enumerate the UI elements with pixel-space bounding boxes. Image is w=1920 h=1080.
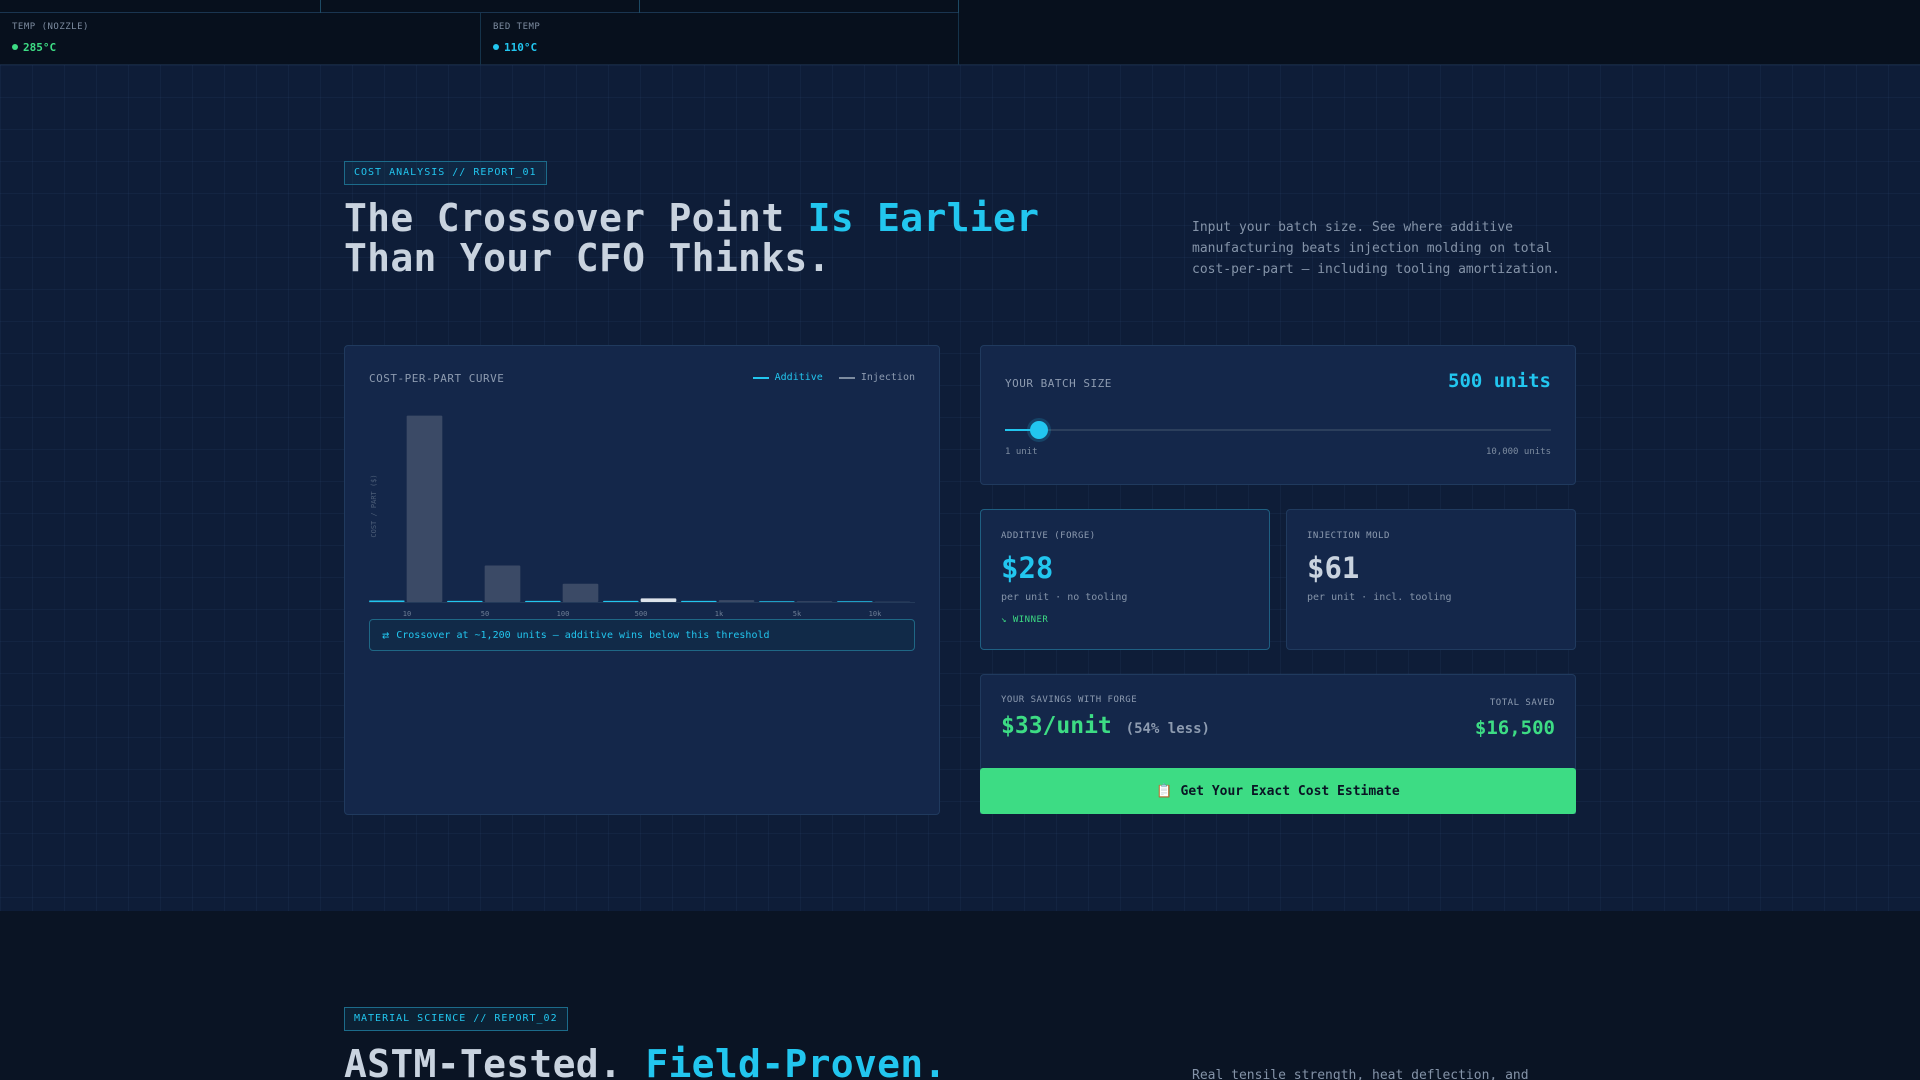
status-dot-icon [493, 44, 499, 50]
material-science-section: MATERIAL SCIENCE // REPORT_02 ASTM-Teste… [0, 911, 1920, 1080]
callout-text: Crossover at ~1,200 units — additive win… [396, 629, 770, 641]
rail-divider [320, 0, 321, 13]
rail-divider [958, 0, 959, 13]
x-tick-label: 5k [793, 610, 802, 618]
section-description: Real tensile strength, heat deflection, … [1192, 1068, 1529, 1080]
batch-size-card: YOUR BATCH SIZE 500 units 1 unit 10,000 … [980, 345, 1576, 485]
bar-additive-10 [369, 600, 405, 602]
x-tick-label: 1k [715, 610, 724, 618]
slider-min-label: 1 unit [1005, 447, 1038, 457]
bar-injection-500 [640, 598, 677, 602]
status-rail [0, 0, 959, 13]
x-tick-label: 10k [869, 610, 882, 618]
total-saved-value: $16,500 [1474, 717, 1555, 739]
rail-divider [639, 0, 640, 13]
bed-temp-value: 110°C [504, 41, 538, 54]
batch-size-label: YOUR BATCH SIZE [1005, 377, 1112, 390]
bar-injection-100 [562, 583, 599, 602]
bar-additive-100 [525, 600, 561, 602]
headline-text: ASTM-Tested. [344, 1042, 646, 1080]
bar-injection-50 [484, 565, 521, 602]
batch-size-slider[interactable] [1005, 421, 1551, 439]
section-description: Input your batch size. See where additiv… [1192, 220, 1560, 277]
bar-injection-10 [406, 415, 443, 602]
additive-label: ADDITIVE (FORGE) [1001, 531, 1096, 541]
x-tick-label: 50 [481, 610, 489, 618]
additive-price: $28 [1001, 551, 1054, 585]
y-axis-label: COST / PART ($) [370, 474, 378, 537]
headline-text: The Crossover Point [344, 196, 808, 240]
savings-label: YOUR SAVINGS WITH FORGE [1001, 695, 1138, 705]
get-estimate-button[interactable]: 📋 Get Your Exact Cost Estimate [980, 768, 1576, 814]
bar-additive-5k [759, 601, 795, 602]
section-tag: MATERIAL SCIENCE // REPORT_02 [344, 1007, 568, 1031]
x-tick-label: 500 [635, 610, 648, 618]
savings-value: $33/unit (54% less) [1001, 713, 1210, 739]
winner-badge: ↘ WINNER [1001, 615, 1049, 625]
total-saved-label: TOTAL SAVED [1489, 698, 1555, 708]
swap-arrows-icon: ⇄ [382, 628, 390, 642]
additive-cost-card: ADDITIVE (FORGE) $28 per unit · no tooli… [980, 509, 1270, 650]
injection-price: $61 [1307, 551, 1360, 585]
bar-additive-500 [603, 600, 639, 602]
cost-analysis-section: COST ANALYSIS // REPORT_01 The Crossover… [0, 65, 1920, 911]
x-tick-label: 100 [557, 610, 570, 618]
bar-additive-10k [837, 601, 873, 602]
cta-label: Get Your Exact Cost Estimate [1180, 783, 1400, 799]
crossover-callout: ⇄ Crossover at ~1,200 units — additive w… [369, 619, 915, 651]
injection-cost-card: INJECTION MOLD $61 per unit · incl. tool… [1286, 509, 1576, 650]
nozzle-temp-label: TEMP (NOZZLE) [12, 22, 89, 32]
status-strip: TEMP (NOZZLE) 285°C BED TEMP 110°C [0, 0, 1920, 65]
status-dot-icon [12, 44, 18, 50]
bar-additive-1k [681, 600, 717, 602]
bar-additive-50 [447, 600, 483, 602]
savings-per-unit: $33/unit [1001, 713, 1112, 739]
cost-chart: COST / PART ($) 10 50 100 500 1k 5k 10k [369, 415, 915, 618]
injection-label: INJECTION MOLD [1307, 531, 1390, 541]
slider-thumb[interactable] [1030, 421, 1049, 439]
headline-accent: Is Earlier [807, 196, 1040, 240]
batch-size-value: 500 units [1448, 370, 1551, 392]
clipboard-icon: 📋 [1156, 783, 1173, 799]
x-tick-label: 10 [403, 610, 411, 618]
bar-injection-1k [718, 600, 755, 602]
section-tag: COST ANALYSIS // REPORT_01 [344, 161, 547, 185]
page-title: The Crossover Point Is Earlier Than Your… [344, 198, 1039, 278]
headline-accent: Field-Proven. [645, 1042, 947, 1080]
additive-subtext: per unit · no tooling [1001, 592, 1128, 603]
nozzle-temp-readout: TEMP (NOZZLE) 285°C [0, 13, 481, 65]
cost-chart-card: COST-PER-PART CURVE Additive Injection C… [344, 345, 940, 815]
savings-percent: (54% less) [1125, 721, 1210, 737]
bed-temp-label: BED TEMP [493, 22, 541, 32]
bar-injection-5k [796, 601, 833, 602]
section-title: ASTM-Tested. Field-Proven. [344, 1044, 947, 1080]
headline-text-line2: Than Your CFO Thinks. [344, 236, 831, 280]
injection-subtext: per unit · incl. tooling [1307, 592, 1452, 603]
bed-temp-readout: BED TEMP 110°C [481, 13, 959, 65]
nozzle-temp-value: 285°C [23, 41, 57, 54]
slider-max-label: 10,000 units [1485, 447, 1551, 457]
